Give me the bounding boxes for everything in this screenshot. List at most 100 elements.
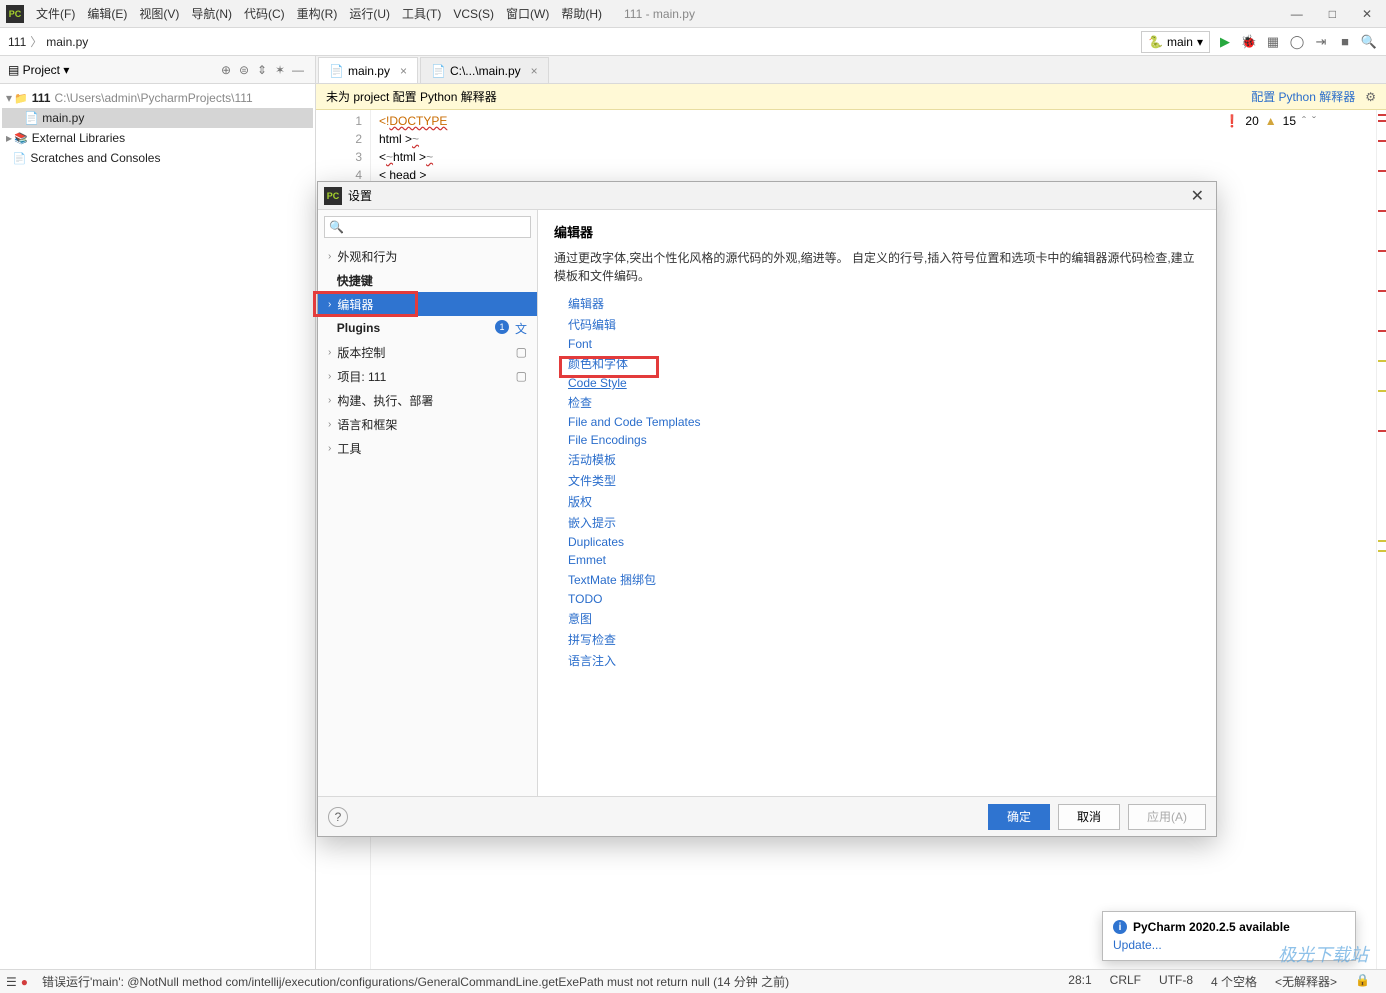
- settings-search-input[interactable]: [344, 220, 526, 234]
- menu-code[interactable]: 代码(C): [238, 0, 291, 27]
- expand-all-icon[interactable]: ⇕: [253, 63, 271, 77]
- settings-sublink[interactable]: 意图: [568, 610, 1200, 627]
- settings-category-item[interactable]: Plugins1文: [318, 316, 537, 340]
- settings-sublink[interactable]: 检查: [568, 394, 1200, 411]
- apply-button[interactable]: 应用(A): [1128, 804, 1206, 830]
- interpreter-status[interactable]: <无解释器>: [1275, 973, 1337, 990]
- run-config-selector[interactable]: 🐍 main ▾: [1141, 31, 1210, 53]
- chevron-right-icon: ›: [328, 371, 331, 382]
- menu-window[interactable]: 窗口(W): [500, 0, 555, 27]
- run-config-name: main: [1167, 35, 1193, 49]
- settings-sublink[interactable]: 编辑器: [568, 295, 1200, 312]
- debug-icon[interactable]: 🐞: [1240, 34, 1258, 50]
- menu-vcs[interactable]: VCS(S): [447, 0, 500, 27]
- settings-sublink[interactable]: 版权: [568, 493, 1200, 510]
- editor-tab-mainpy[interactable]: 📄 main.py ×: [318, 57, 418, 83]
- scratches-node[interactable]: Scratches and Consoles: [2, 148, 313, 168]
- breadcrumb-file[interactable]: main.py: [46, 35, 88, 49]
- chevron-right-icon: ▸: [6, 131, 12, 145]
- status-icon[interactable]: ☰: [6, 975, 17, 989]
- close-tab-icon[interactable]: ×: [400, 64, 407, 78]
- close-tab-icon[interactable]: ×: [531, 64, 538, 78]
- settings-sublink[interactable]: 拼写检查: [568, 631, 1200, 648]
- attach-icon[interactable]: ⇥: [1312, 34, 1330, 50]
- settings-search[interactable]: 🔍: [324, 216, 531, 238]
- settings-category-item[interactable]: ›工具: [318, 436, 537, 460]
- menu-navigate[interactable]: 导航(N): [185, 0, 238, 27]
- settings-sublink[interactable]: Duplicates: [568, 535, 1200, 549]
- line-separator[interactable]: CRLF: [1110, 973, 1141, 990]
- add-icon[interactable]: ⊕: [217, 63, 235, 77]
- settings-category-item[interactable]: ›构建、执行、部署: [318, 388, 537, 412]
- hide-icon[interactable]: —: [289, 63, 307, 77]
- coverage-icon[interactable]: ▦: [1264, 34, 1282, 50]
- close-dialog-icon[interactable]: ✕: [1185, 186, 1210, 206]
- project-scope-icon: ▢: [516, 369, 527, 383]
- menu-tools[interactable]: 工具(T): [396, 0, 447, 27]
- editor-tab-mainpy-2[interactable]: 📄 C:\...\main.py ×: [420, 57, 549, 83]
- file-encoding[interactable]: UTF-8: [1159, 973, 1193, 990]
- settings-sublink[interactable]: Code Style: [568, 376, 1200, 390]
- menu-help[interactable]: 帮助(H): [555, 0, 608, 27]
- gear-icon[interactable]: ⚙: [1365, 90, 1376, 104]
- breadcrumb-root[interactable]: 111: [8, 35, 26, 49]
- python-file-icon: 📄: [431, 64, 446, 78]
- error-stripe[interactable]: [1376, 110, 1386, 969]
- settings-icon[interactable]: ✶: [271, 63, 289, 77]
- project-file-node[interactable]: 📄 main.py: [2, 108, 313, 128]
- search-everywhere-icon[interactable]: 🔍: [1360, 34, 1378, 50]
- settings-sublink[interactable]: 语言注入: [568, 652, 1200, 669]
- help-icon[interactable]: ?: [328, 807, 348, 827]
- settings-category-item[interactable]: ›外观和行为: [318, 244, 537, 268]
- tab-label: main.py: [348, 64, 390, 78]
- external-libraries-node[interactable]: ▸ External Libraries: [2, 128, 313, 148]
- menu-run[interactable]: 运行(U): [343, 0, 396, 27]
- settings-sublink[interactable]: File Encodings: [568, 433, 1200, 447]
- run-icon[interactable]: ▶: [1216, 34, 1234, 50]
- settings-sublink[interactable]: TODO: [568, 592, 1200, 606]
- inspection-summary[interactable]: ❗20 ▲15 ˆ ˇ: [1224, 114, 1316, 128]
- settings-sublink[interactable]: 嵌入提示: [568, 514, 1200, 531]
- chevron-up-icon[interactable]: ˆ: [1302, 114, 1306, 128]
- settings-sublink[interactable]: Emmet: [568, 553, 1200, 567]
- indent-setting[interactable]: 4 个空格: [1211, 973, 1257, 990]
- project-tool-window: ▤ Project ▾ ⊕ ⊜ ⇕ ✶ — ▾ 111 C:\Users\adm…: [0, 56, 316, 969]
- settings-category-item[interactable]: ›语言和框架: [318, 412, 537, 436]
- settings-category-item[interactable]: ›编辑器: [318, 292, 537, 316]
- menu-edit[interactable]: 编辑(E): [81, 0, 133, 27]
- update-notification[interactable]: i PyCharm 2020.2.5 available Update...: [1102, 911, 1356, 961]
- settings-sublink[interactable]: 颜色和字体: [568, 355, 1200, 372]
- settings-sublink[interactable]: 文件类型: [568, 472, 1200, 489]
- select-opened-icon[interactable]: ⊜: [235, 63, 253, 77]
- cancel-button[interactable]: 取消: [1058, 804, 1120, 830]
- chevron-down-icon[interactable]: ˇ: [1312, 114, 1316, 128]
- maximize-icon[interactable]: □: [1329, 7, 1336, 21]
- lock-icon[interactable]: 🔒: [1355, 973, 1370, 990]
- stop-icon[interactable]: ■: [1336, 34, 1354, 49]
- configure-interpreter-link[interactable]: 配置 Python 解释器: [1251, 88, 1355, 105]
- settings-category-item[interactable]: ›项目: 111▢: [318, 364, 537, 388]
- settings-sublink[interactable]: Font: [568, 337, 1200, 351]
- profile-icon[interactable]: ◯: [1288, 34, 1306, 50]
- notification-badge-icon: 1: [495, 320, 509, 334]
- settings-sublink[interactable]: File and Code Templates: [568, 415, 1200, 429]
- settings-sublink[interactable]: 活动模板: [568, 451, 1200, 468]
- ok-button[interactable]: 确定: [988, 804, 1050, 830]
- menu-file[interactable]: 文件(F): [30, 0, 81, 27]
- settings-category-item[interactable]: 快捷键: [318, 268, 537, 292]
- category-label: 语言和框架: [337, 416, 397, 433]
- menu-refactor[interactable]: 重构(R): [291, 0, 344, 27]
- dialog-title: 设置: [348, 187, 372, 204]
- minimize-icon[interactable]: —: [1291, 7, 1303, 21]
- menu-view[interactable]: 视图(V): [133, 0, 185, 27]
- caret-position[interactable]: 28:1: [1068, 973, 1091, 990]
- settings-sublink[interactable]: 代码编辑: [568, 316, 1200, 333]
- close-icon[interactable]: ✕: [1362, 7, 1372, 21]
- project-root-node[interactable]: ▾ 111 C:\Users\admin\PycharmProjects\111: [2, 88, 313, 108]
- project-pane-selector[interactable]: ▤ Project ▾: [8, 63, 69, 77]
- error-status-icon[interactable]: ●: [21, 975, 28, 989]
- settings-sublink[interactable]: TextMate 捆绑包: [568, 571, 1200, 588]
- update-link[interactable]: Update...: [1113, 938, 1162, 952]
- settings-category-item[interactable]: ›版本控制▢: [318, 340, 537, 364]
- status-message: 错误运行'main': @NotNull method com/intellij…: [42, 973, 789, 990]
